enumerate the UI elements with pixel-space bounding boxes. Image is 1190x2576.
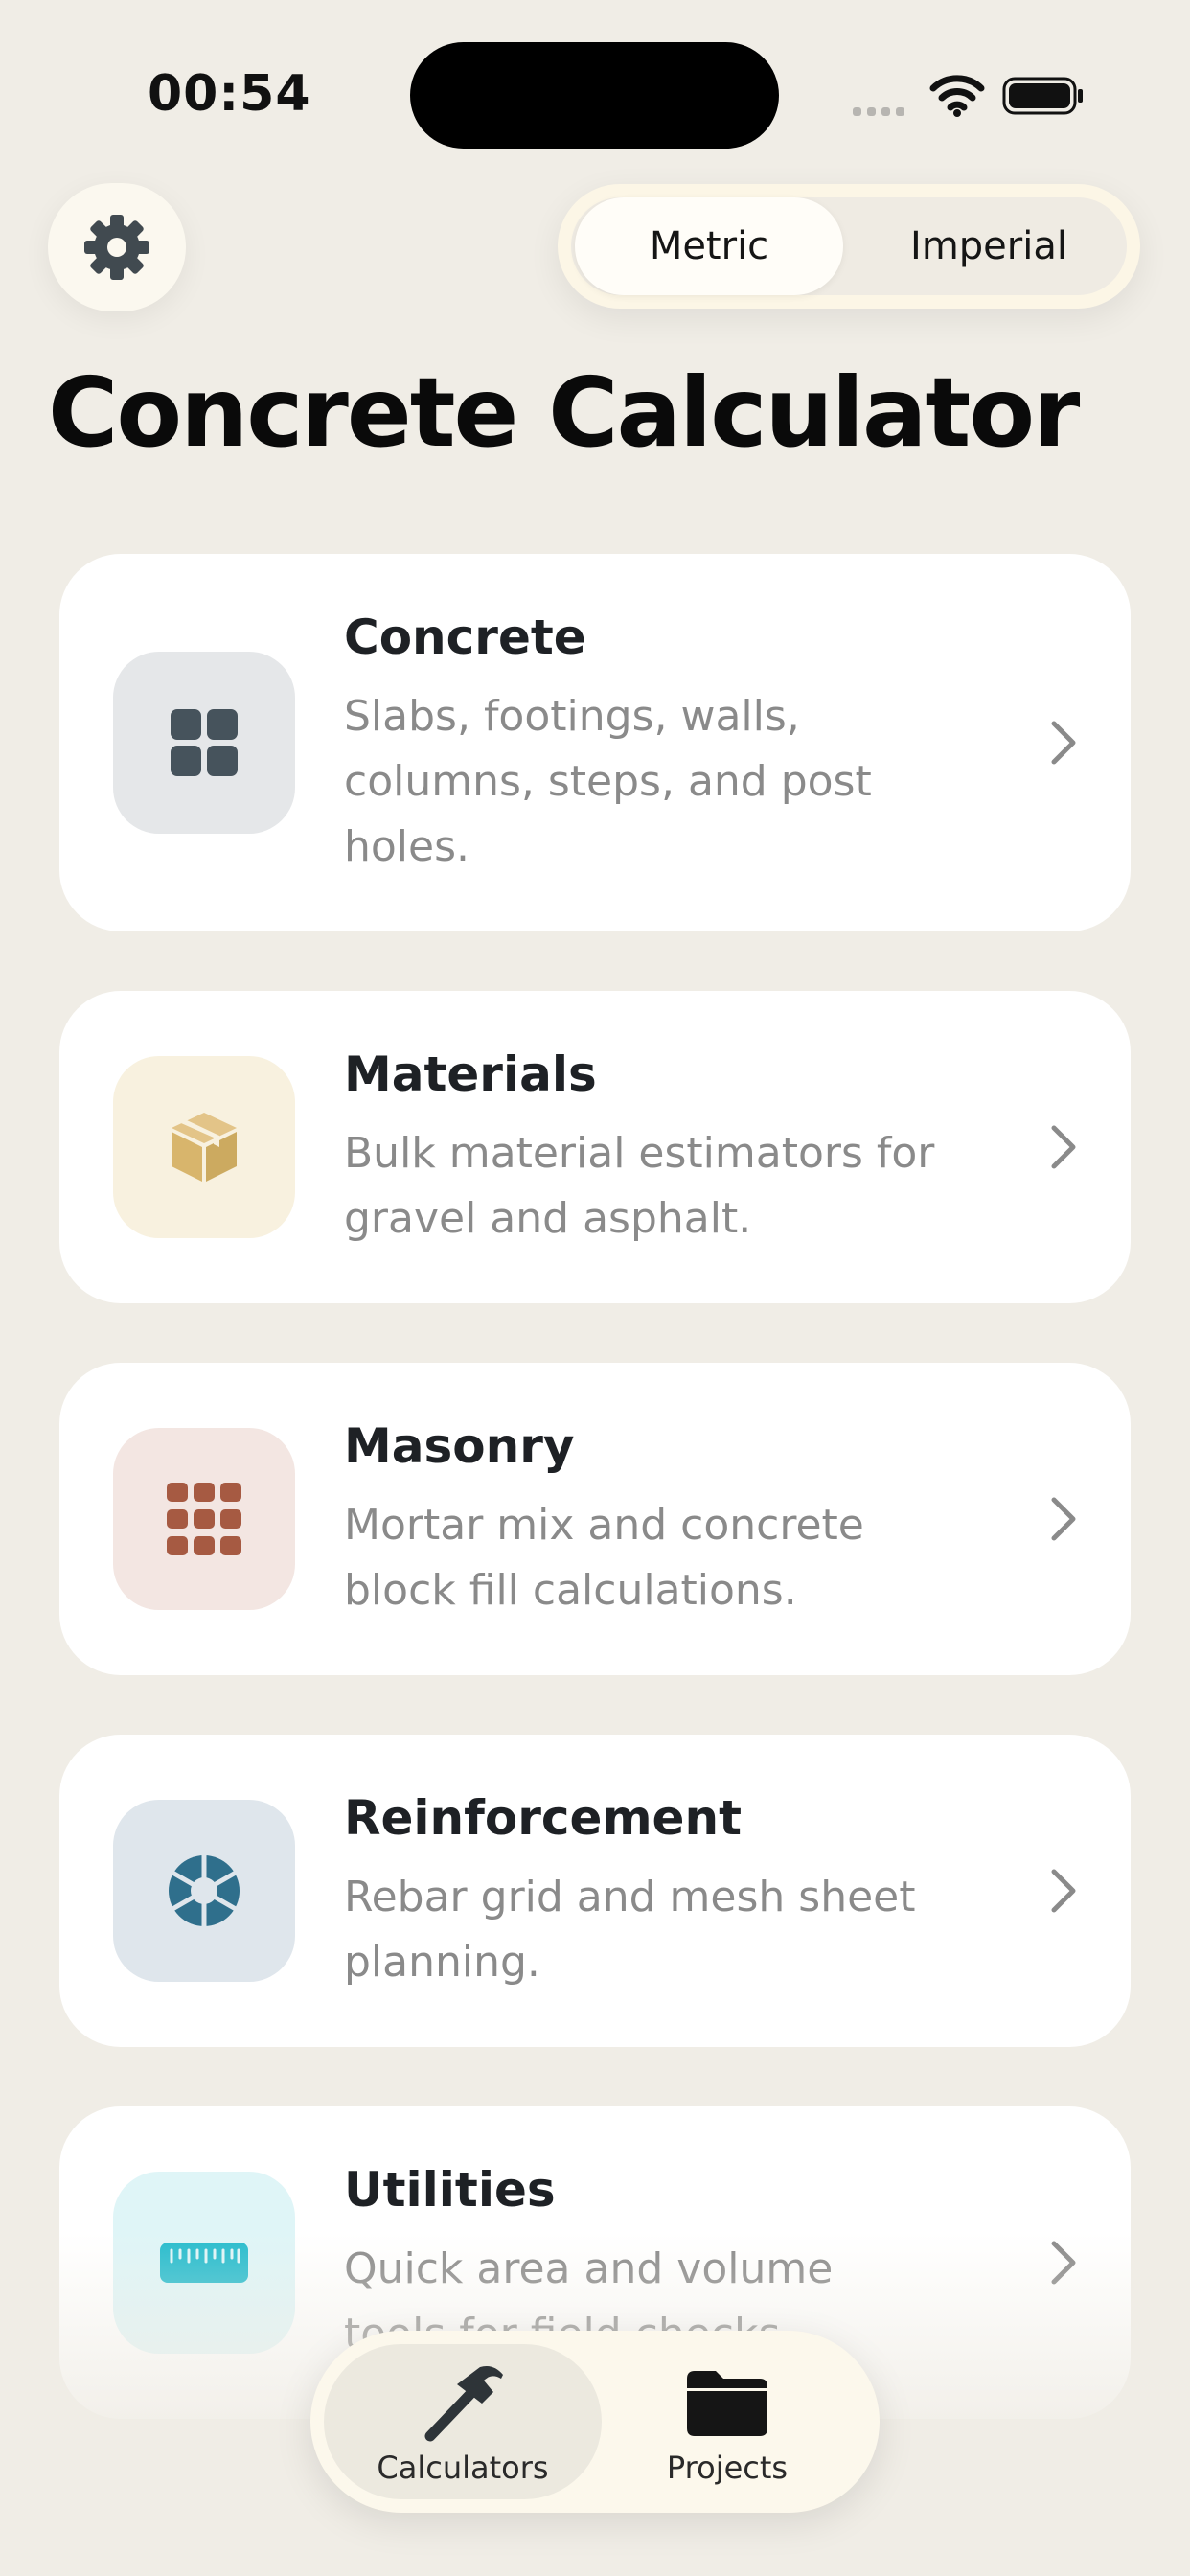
category-card-concrete[interactable]: Concrete Slabs, footings, walls, columns… bbox=[59, 554, 1131, 932]
gear-icon bbox=[84, 215, 149, 280]
category-card-materials[interactable]: Materials Bulk material estimators for g… bbox=[59, 991, 1131, 1303]
chevron-right-icon bbox=[1051, 1497, 1076, 1541]
materials-icon-tile bbox=[113, 1056, 295, 1238]
tab-projects[interactable]: Projects bbox=[588, 2344, 866, 2499]
unit-toggle-track: Metric Imperial bbox=[571, 197, 1127, 295]
unit-option-imperial[interactable]: Imperial bbox=[855, 197, 1123, 295]
tab-label: Projects bbox=[666, 2450, 789, 2486]
category-title: Utilities bbox=[344, 2162, 556, 2218]
wifi-icon bbox=[929, 75, 985, 117]
unit-option-metric[interactable]: Metric bbox=[575, 197, 843, 295]
category-title: Concrete bbox=[344, 610, 586, 665]
category-title: Reinforcement bbox=[344, 1790, 742, 1846]
chevron-right-icon bbox=[1051, 2241, 1076, 2285]
category-card-masonry[interactable]: Masonry Mortar mix and concrete block fi… bbox=[59, 1363, 1131, 1675]
tab-bar: Calculators Projects bbox=[310, 2331, 880, 2513]
cellular-signal-icon bbox=[853, 102, 910, 120]
chevron-right-icon bbox=[1051, 721, 1076, 765]
unit-toggle: Metric Imperial bbox=[558, 184, 1140, 309]
battery-icon bbox=[1002, 77, 1083, 115]
grid-icon bbox=[171, 709, 238, 776]
concrete-icon-tile bbox=[113, 652, 295, 834]
category-description: Mortar mix and concrete block fill calcu… bbox=[344, 1501, 864, 1615]
chevron-right-icon bbox=[1051, 1869, 1076, 1913]
reinforcement-icon-tile bbox=[113, 1800, 295, 1982]
hammer-icon bbox=[424, 2366, 503, 2442]
settings-button[interactable] bbox=[48, 183, 186, 311]
category-description: Bulk material estimators for gravel and … bbox=[344, 1129, 935, 1243]
dynamic-island bbox=[410, 42, 779, 149]
category-card-reinforcement[interactable]: Reinforcement Rebar grid and mesh sheet … bbox=[59, 1735, 1131, 2047]
aperture-icon bbox=[169, 1852, 240, 1929]
category-description: Rebar grid and mesh sheet planning. bbox=[344, 1873, 916, 1987]
bricks-icon bbox=[167, 1483, 241, 1555]
ruler-icon bbox=[160, 2242, 248, 2283]
category-description: Slabs, footings, walls, columns, steps, … bbox=[344, 692, 872, 871]
category-title: Masonry bbox=[344, 1418, 575, 1474]
tab-calculators[interactable]: Calculators bbox=[324, 2344, 602, 2499]
chevron-right-icon bbox=[1051, 1125, 1076, 1169]
tab-label: Calculators bbox=[377, 2450, 549, 2486]
page-title: Concrete Calculator bbox=[48, 356, 1080, 469]
folder-icon bbox=[687, 2371, 767, 2436]
masonry-icon-tile bbox=[113, 1428, 295, 1610]
status-time: 00:54 bbox=[148, 65, 311, 123]
box-icon bbox=[172, 1113, 237, 1182]
category-title: Materials bbox=[344, 1046, 597, 1102]
utilities-icon-tile bbox=[113, 2172, 295, 2354]
